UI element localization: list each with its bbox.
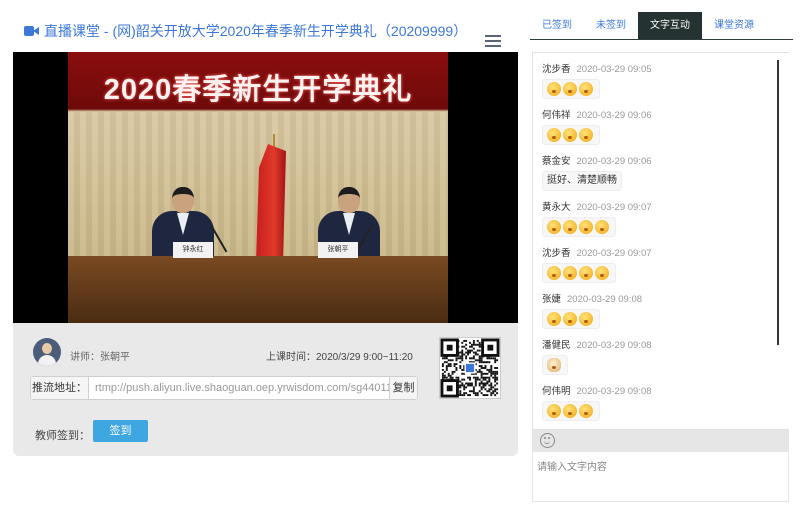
tab-signed-in[interactable]: 已签到 xyxy=(530,12,584,39)
chat-timestamp: 2020-03-29 09:07 xyxy=(576,248,652,259)
chat-message: 蔡金安 2020-03-29 09:06 挺好、清楚顺畅 xyxy=(542,153,652,191)
class-info-panel: 讲师：张朝平 上课时间：2020/3/29 9:00~11:20 推流地址： 复… xyxy=(13,323,518,456)
video-camera-icon xyxy=(24,25,40,37)
chat-bubble xyxy=(542,79,600,99)
emoji-smile-icon[interactable] xyxy=(540,433,555,448)
nameplate: 张朝平 xyxy=(318,242,358,258)
kiss-emoji-icon xyxy=(547,312,561,326)
kiss-emoji-icon xyxy=(579,266,593,280)
chat-message: 沈步香 2020-03-29 09:07 xyxy=(542,245,652,283)
chat-scrollbar[interactable] xyxy=(777,60,779,345)
chat-message: 何伟祥 2020-03-29 09:06 xyxy=(542,107,652,145)
kiss-emoji-icon xyxy=(563,266,577,280)
chat-timestamp: 2020-03-29 09:08 xyxy=(576,340,652,351)
chat-timestamp: 2020-03-29 09:05 xyxy=(576,64,652,75)
chat-timestamp: 2020-03-29 09:07 xyxy=(576,202,652,213)
kiss-emoji-icon xyxy=(563,82,577,96)
chat-message-text: 挺好、清楚顺畅 xyxy=(547,175,617,186)
kiss-emoji-icon xyxy=(547,404,561,418)
live-classroom-page: 直播课堂 - (网)韶关开放大学2020年春季新生开学典礼（20209999） … xyxy=(0,0,800,505)
tab-text-chat[interactable]: 文字互动 xyxy=(638,12,702,39)
chat-timestamp: 2020-03-29 09:06 xyxy=(576,156,652,167)
chat-message-header: 沈步香 2020-03-29 09:05 xyxy=(542,61,652,75)
page-title: 直播课堂 - (网)韶关开放大学2020年春季新生开学典礼（20209999） xyxy=(44,23,468,39)
push-url-label: 推流地址： xyxy=(31,377,89,399)
signin-button[interactable]: 签到 xyxy=(93,420,148,442)
tab-not-signed-in[interactable]: 未签到 xyxy=(584,12,638,39)
nameplate: 钟永红 xyxy=(173,242,213,258)
chat-bubble xyxy=(542,309,600,329)
chat-sender-name: 潘健民 xyxy=(542,340,571,351)
chat-message-header: 蔡金安 2020-03-29 09:06 xyxy=(542,153,652,167)
kiss-emoji-icon xyxy=(579,404,593,418)
kiss-emoji-icon xyxy=(579,82,593,96)
chat-bubble xyxy=(542,263,616,283)
video-player[interactable]: 2020春季新生开学典礼 钟永红 张朝平 xyxy=(13,52,518,323)
video-frame: 2020春季新生开学典礼 钟永红 张朝平 xyxy=(68,52,448,323)
chat-message-header: 黄永大 2020-03-29 09:07 xyxy=(542,199,652,213)
tab-class-resources[interactable]: 课堂资源 xyxy=(702,12,766,39)
kiss-emoji-icon xyxy=(547,82,561,96)
chat-sender-name: 何伟明 xyxy=(542,386,571,397)
chat-message-list[interactable]: 沈步香 2020-03-29 09:05 何伟祥 2020-03-29 09:06 蔡金… xyxy=(532,52,789,430)
page-header: 直播课堂 - (网)韶关开放大学2020年春季新生开学典礼（20209999） xyxy=(24,20,467,42)
chat-sender-name: 蔡金安 xyxy=(542,156,571,167)
push-url-row: 推流地址： 复制 xyxy=(30,376,418,400)
kiss-emoji-icon xyxy=(563,312,577,326)
chat-sender-name: 沈步香 xyxy=(542,64,571,75)
chat-sender-name: 张婕 xyxy=(542,294,562,305)
chat-message-header: 张婕 2020-03-29 09:08 xyxy=(542,291,642,305)
chat-timestamp: 2020-03-29 09:08 xyxy=(567,294,643,305)
chat-sender-name: 何伟祥 xyxy=(542,110,571,121)
chat-timestamp: 2020-03-29 09:06 xyxy=(576,110,652,121)
class-time: 上课时间：2020/3/29 9:00~11:20 xyxy=(266,352,413,363)
chat-message: 潘健民 2020-03-29 09:08 xyxy=(542,337,652,375)
kiss-emoji-icon xyxy=(563,128,577,142)
kiss-emoji-icon xyxy=(563,404,577,418)
chat-message: 黄永大 2020-03-29 09:07 xyxy=(542,199,652,237)
chat-message: 何伟明 2020-03-29 09:08 xyxy=(542,383,652,421)
kiss-emoji-icon xyxy=(547,266,561,280)
copy-button[interactable]: 复制 xyxy=(389,377,417,399)
chat-timestamp: 2020-03-29 09:08 xyxy=(576,386,652,397)
chat-message: 张婕 2020-03-29 09:08 xyxy=(542,291,642,329)
chat-bubble xyxy=(542,125,600,145)
chat-message-header: 何伟祥 2020-03-29 09:06 xyxy=(542,107,652,121)
chat-message-header: 何伟明 2020-03-29 09:08 xyxy=(542,383,652,397)
lecturer-avatar xyxy=(33,338,61,366)
kiss-emoji-icon xyxy=(547,128,561,142)
kiss-emoji-icon xyxy=(595,220,609,234)
chat-input[interactable] xyxy=(532,452,789,502)
kiss-emoji-icon xyxy=(595,266,609,280)
kiss-emoji-icon xyxy=(579,312,593,326)
chat-bubble xyxy=(542,217,616,237)
chat-sender-name: 黄永大 xyxy=(542,202,571,213)
kiss-emoji-icon xyxy=(579,128,593,142)
dog-emoji-icon xyxy=(547,358,561,372)
push-url-input[interactable] xyxy=(89,377,389,399)
chat-sender-name: 沈步香 xyxy=(542,248,571,259)
video-banner-text: 2020春季新生开学典礼 xyxy=(103,74,413,106)
chat-bubble xyxy=(542,355,568,375)
teacher-signin-label: 教师签到： xyxy=(35,430,90,442)
chat-bubble xyxy=(542,401,600,421)
chat-bubble: 挺好、清楚顺畅 xyxy=(542,171,622,191)
side-tabs: 已签到 未签到 文字互动 课堂资源 xyxy=(530,12,793,40)
chat-message-header: 沈步香 2020-03-29 09:07 xyxy=(542,245,652,259)
podium-table xyxy=(68,256,448,323)
kiss-emoji-icon xyxy=(563,220,577,234)
qr-code-icon xyxy=(439,337,501,399)
composer-toolbar xyxy=(532,430,789,452)
chat-message-header: 潘健民 2020-03-29 09:08 xyxy=(542,337,652,351)
list-menu-icon[interactable] xyxy=(485,34,501,48)
kiss-emoji-icon xyxy=(579,220,593,234)
chat-message: 沈步香 2020-03-29 09:05 xyxy=(542,61,652,99)
lecturer-name: 讲师：张朝平 xyxy=(70,352,130,363)
kiss-emoji-icon xyxy=(547,220,561,234)
